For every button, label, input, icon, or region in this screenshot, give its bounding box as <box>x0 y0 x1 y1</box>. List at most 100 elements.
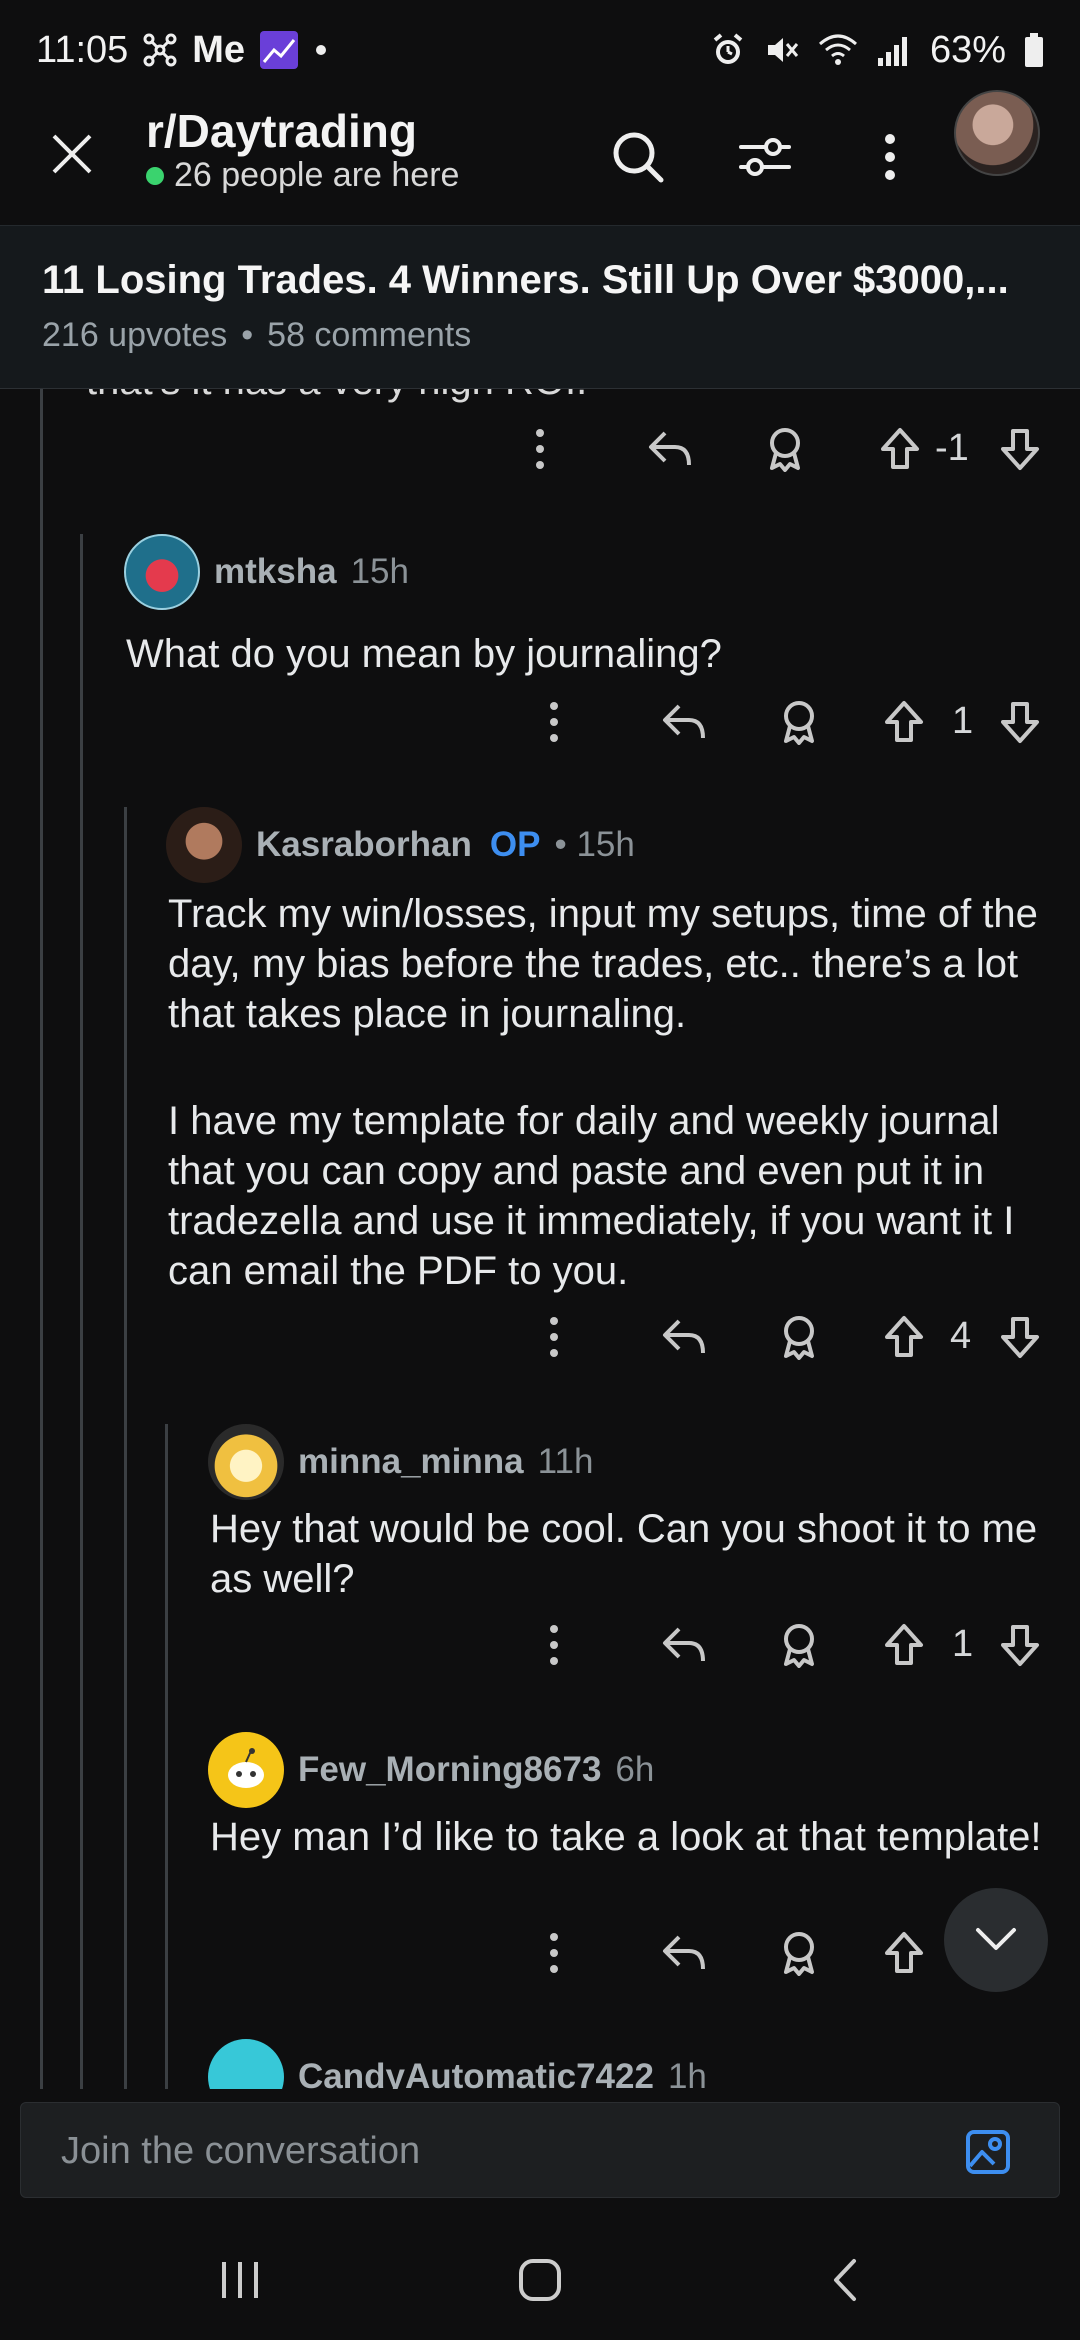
avatar[interactable] <box>208 1424 284 1500</box>
downvote-button[interactable] <box>990 692 1050 752</box>
upvote-button[interactable] <box>874 1615 934 1675</box>
avatar[interactable] <box>208 1732 284 1808</box>
comment-thread: that's it has a very high ROI. -1 mtksha… <box>0 389 1080 2089</box>
snoo-icon <box>228 1748 264 1788</box>
downvote-button[interactable] <box>990 1307 1050 1367</box>
comment-action-bar: 1 <box>514 692 1060 752</box>
comment-more-button[interactable] <box>534 1615 574 1675</box>
reply-button[interactable] <box>654 1307 714 1367</box>
reply-button[interactable] <box>654 1615 714 1675</box>
post-meta: 216 upvotes • 58 comments <box>42 316 471 355</box>
home-icon <box>519 2259 561 2301</box>
comment-body: I have my template for daily and weekly … <box>168 1099 1015 1293</box>
upvote-arrow-icon <box>885 1624 923 1665</box>
reply-button[interactable] <box>640 419 700 479</box>
more-options-button[interactable] <box>855 122 925 192</box>
upvote-arrow-icon <box>881 428 919 469</box>
home-button[interactable] <box>500 2250 580 2310</box>
comment-action-bar: 4 <box>514 1307 1060 1367</box>
search-icon <box>613 132 664 183</box>
thread-line-level-3[interactable] <box>124 807 127 2089</box>
system-navigation-bar <box>0 2220 1080 2340</box>
award-icon <box>784 1932 814 1976</box>
comment-more-button[interactable] <box>534 1923 574 1983</box>
comment-time: 11h <box>537 1442 594 1481</box>
comment-more-button[interactable] <box>534 1307 574 1367</box>
comment-header[interactable]: Few_Morning8673 6h <box>208 1732 654 1808</box>
award-button[interactable] <box>769 1615 829 1675</box>
comment-action-bar: 1 <box>514 1615 1060 1675</box>
chart-app-icon <box>259 30 299 70</box>
reply-icon <box>663 1935 705 1970</box>
downvote-arrow-icon <box>1001 1625 1039 1666</box>
award-button[interactable] <box>769 1923 829 1983</box>
award-button[interactable] <box>755 419 815 479</box>
close-icon <box>52 134 92 174</box>
award-icon <box>784 1624 814 1668</box>
award-icon <box>770 428 800 472</box>
upvote-button[interactable] <box>874 692 934 752</box>
sort-filter-button[interactable] <box>730 122 800 192</box>
award-button[interactable] <box>769 1307 829 1367</box>
user-avatar[interactable] <box>954 90 1040 176</box>
downvote-button[interactable] <box>990 419 1050 479</box>
downvote-arrow-icon <box>1001 1317 1039 1358</box>
recent-apps-button[interactable] <box>200 2250 280 2310</box>
upvote-button[interactable] <box>870 419 930 479</box>
upvote-arrow-icon <box>885 1932 923 1973</box>
filter-sliders-icon <box>739 138 791 176</box>
username[interactable]: Kasraborhan <box>256 825 472 865</box>
search-button[interactable] <box>603 122 673 192</box>
comment-more-button[interactable] <box>534 692 574 752</box>
comment-header[interactable]: minna_minna 11h <box>208 1424 593 1500</box>
comment-input[interactable] <box>61 2123 921 2179</box>
subreddit-name[interactable]: r/Daytrading <box>146 104 417 158</box>
recent-apps-icon <box>222 2262 258 2298</box>
comment-header[interactable]: mtksha 15h <box>124 534 409 610</box>
image-icon <box>966 2130 1010 2174</box>
op-badge: OP <box>489 825 541 864</box>
downvote-arrow-icon <box>1001 429 1039 470</box>
downvote-button[interactable] <box>990 1615 1050 1675</box>
upvote-button[interactable] <box>874 1307 934 1367</box>
alarm-icon <box>710 32 746 68</box>
avatar[interactable] <box>208 2039 284 2089</box>
close-button[interactable] <box>40 122 104 186</box>
more-vertical-icon <box>550 1625 558 1665</box>
avatar[interactable] <box>166 807 242 883</box>
reply-icon <box>663 1627 705 1662</box>
comment-header[interactable]: CandyAutomatic7422 1h <box>208 2039 707 2089</box>
reply-button[interactable] <box>654 1923 714 1983</box>
presence-text: 26 people are here <box>174 156 460 194</box>
vote-count: 4 <box>950 1315 972 1357</box>
thread-line-level-1[interactable] <box>40 389 43 2089</box>
comment-body: Track my win/losses, input my setups, ti… <box>168 892 1038 1036</box>
comment-header[interactable]: Kasraborhan OP • 15h <box>166 807 635 883</box>
username[interactable]: mtksha <box>214 552 337 592</box>
upvote-arrow-icon <box>885 701 923 742</box>
username[interactable]: CandyAutomatic7422 <box>298 2057 654 2089</box>
status-app-label: Me <box>192 28 246 71</box>
comment-more-button[interactable] <box>520 419 560 479</box>
wifi-icon <box>818 32 858 68</box>
reply-button[interactable] <box>654 692 714 752</box>
comment-time: 6h <box>615 1750 655 1789</box>
reply-icon <box>663 1319 705 1354</box>
comment-action-bar <box>514 1923 934 1983</box>
more-vertical-icon <box>885 134 895 180</box>
add-image-button[interactable] <box>963 2127 1013 2177</box>
mute-icon <box>764 32 800 68</box>
more-vertical-icon <box>550 1317 558 1357</box>
username[interactable]: Few_Morning8673 <box>298 1750 601 1790</box>
reply-icon <box>663 704 705 739</box>
next-comment-button[interactable] <box>944 1888 1048 1992</box>
post-summary[interactable]: 11 Losing Trades. 4 Winners. Still Up Ov… <box>0 225 1080 389</box>
comment-body: Hey that would be cool. Can you shoot it… <box>210 1507 1038 1601</box>
avatar[interactable] <box>124 534 200 610</box>
thread-line-level-4[interactable] <box>165 1424 168 2089</box>
upvote-button[interactable] <box>874 1923 934 1983</box>
award-button[interactable] <box>769 692 829 752</box>
back-button[interactable] <box>805 2250 885 2310</box>
thread-line-level-2[interactable] <box>80 534 83 2089</box>
username[interactable]: minna_minna <box>298 1442 524 1482</box>
